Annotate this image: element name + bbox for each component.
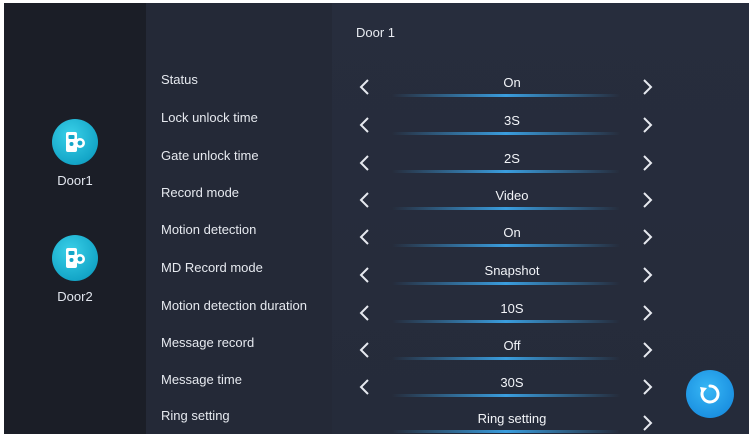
setting-row: Ring setting Ring setting [4, 408, 749, 434]
chevron-left-icon[interactable] [354, 152, 374, 174]
setting-value: Snapshot [484, 263, 540, 278]
chevron-left-icon[interactable] [354, 302, 374, 324]
setting-label: Message time [161, 372, 242, 387]
value-underline [392, 282, 620, 285]
setting-value: Video [495, 188, 529, 203]
chevron-right-icon[interactable] [638, 264, 658, 286]
setting-label: Message record [161, 335, 255, 350]
value-underline [392, 430, 620, 433]
screen: Door1 Door2 Door 1 Status On Lock unlock t… [4, 3, 749, 434]
setting-value: 3S [504, 113, 520, 128]
chevron-right-icon[interactable] [638, 152, 658, 174]
setting-label: Record mode [161, 185, 240, 200]
setting-row: Record mode Video [4, 185, 749, 223]
setting-row: Message record Off [4, 335, 749, 373]
page-title: Door 1 [356, 25, 396, 40]
refresh-button[interactable] [686, 370, 734, 418]
value-underline [392, 320, 620, 323]
value-underline [392, 244, 620, 247]
setting-row: Message time 30S [4, 372, 749, 410]
setting-label: MD Record mode [161, 260, 263, 275]
value-underline [392, 132, 620, 135]
setting-label: Ring setting [161, 408, 230, 423]
chevron-right-icon[interactable] [638, 376, 658, 398]
chevron-left-icon[interactable] [354, 114, 374, 136]
chevron-left-icon[interactable] [354, 189, 374, 211]
setting-label: Motion detection duration [161, 298, 307, 313]
chevron-right-icon[interactable] [638, 114, 658, 136]
chevron-left-icon[interactable] [354, 76, 374, 98]
setting-label: Gate unlock time [161, 148, 259, 163]
value-underline [392, 170, 620, 173]
chevron-right-icon[interactable] [638, 76, 658, 98]
refresh-icon [700, 384, 720, 404]
chevron-left-icon[interactable] [354, 226, 374, 248]
value-underline [392, 94, 620, 97]
chevron-right-icon[interactable] [638, 412, 658, 434]
chevron-right-icon[interactable] [638, 302, 658, 324]
setting-value: 2S [504, 151, 520, 166]
chevron-left-icon[interactable] [354, 264, 374, 286]
setting-row: MD Record mode Snapshot [4, 260, 749, 298]
setting-row: Gate unlock time 2S [4, 148, 749, 186]
setting-value: Ring setting [477, 411, 547, 426]
setting-value: On [503, 75, 521, 90]
setting-value: 30S [500, 375, 524, 390]
setting-row: Motion detection duration 10S [4, 298, 749, 336]
setting-label: Status [161, 72, 198, 87]
value-underline [392, 207, 620, 210]
setting-value: 10S [500, 301, 524, 316]
setting-row: Motion detection On [4, 222, 749, 260]
setting-value: On [503, 225, 521, 240]
chevron-right-icon[interactable] [638, 226, 658, 248]
setting-value: Off [503, 338, 521, 353]
value-underline [392, 357, 620, 360]
setting-label: Lock unlock time [161, 110, 258, 125]
setting-row: Lock unlock time 3S [4, 110, 749, 148]
chevron-right-icon[interactable] [638, 339, 658, 361]
value-underline [392, 394, 620, 397]
chevron-right-icon[interactable] [638, 189, 658, 211]
chevron-left-icon[interactable] [354, 376, 374, 398]
setting-label: Motion detection [161, 222, 257, 237]
setting-row: Status On [4, 72, 749, 110]
chevron-left-icon[interactable] [354, 339, 374, 361]
